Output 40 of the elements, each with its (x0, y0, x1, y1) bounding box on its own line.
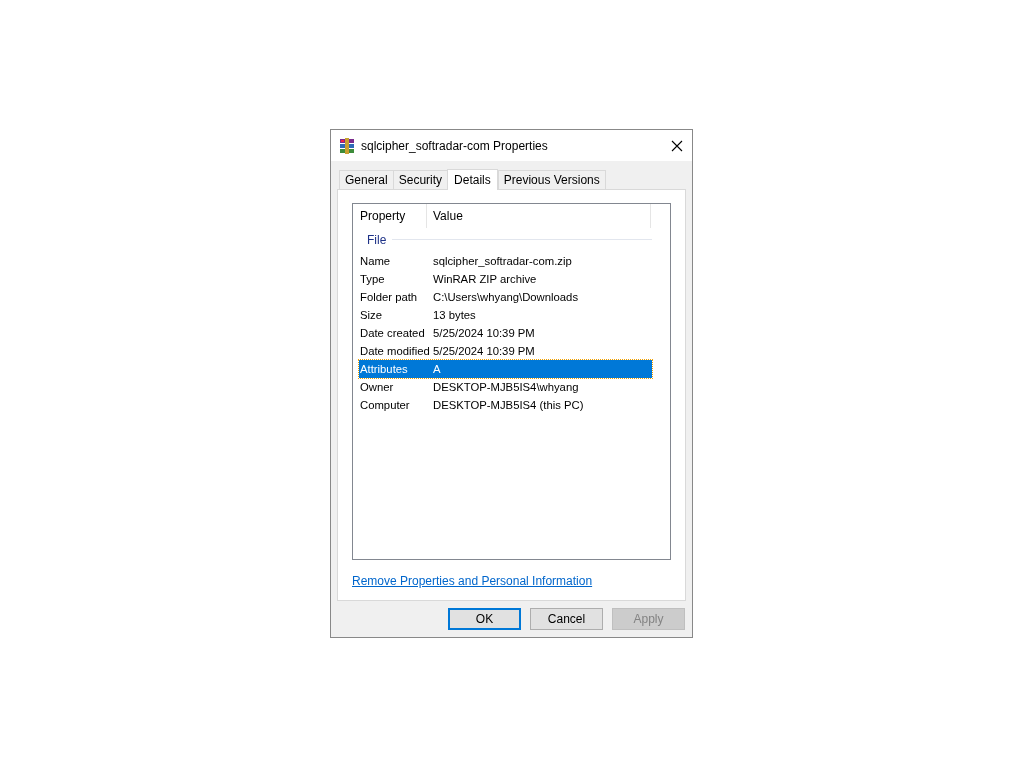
dialog-button[interactable]: OK (448, 608, 521, 630)
property-row[interactable]: Type WinRAR ZIP archive (359, 270, 652, 288)
property-value: DESKTOP-MJB5IS4\whyang (433, 379, 579, 395)
property-row[interactable]: Date created 5/25/2024 10:39 PM (359, 324, 652, 342)
property-name: Date created (359, 325, 426, 341)
property-name: Type (359, 271, 386, 287)
property-row[interactable]: Name sqlcipher_softradar-com.zip (359, 252, 652, 270)
property-name: Size (359, 307, 383, 323)
group-heading: File (367, 231, 387, 249)
property-name: Folder path (359, 289, 419, 305)
remove-properties-link[interactable]: Remove Properties and Personal Information (352, 574, 593, 588)
property-name: Owner (359, 379, 395, 395)
property-value: sqlcipher_softradar-com.zip (433, 253, 572, 269)
tab[interactable]: General (339, 170, 394, 189)
property-row[interactable]: Date modified 5/25/2024 10:39 PM (359, 342, 652, 360)
property-value: 13 bytes (433, 307, 476, 323)
property-value: DESKTOP-MJB5IS4 (this PC) (433, 397, 584, 413)
property-row[interactable]: Folder path C:\Users\whyang\Downloads (359, 288, 652, 306)
property-name: Name (359, 253, 392, 269)
property-name: Attributes (359, 361, 409, 377)
tab[interactable]: Details (447, 169, 498, 190)
property-row[interactable]: Attributes A (359, 360, 652, 378)
property-value: 5/25/2024 10:39 PM (433, 325, 535, 341)
property-value: WinRAR ZIP archive (433, 271, 537, 287)
tab[interactable]: Security (392, 170, 449, 189)
property-value: 5/25/2024 10:39 PM (433, 343, 535, 359)
archive-icon (339, 137, 355, 154)
property-name: Computer (359, 397, 411, 413)
property-value: A (433, 361, 441, 377)
property-name: Date modified (359, 343, 431, 359)
close-icon (671, 139, 683, 152)
column-header[interactable]: Property (359, 204, 427, 228)
property-row[interactable]: Computer DESKTOP-MJB5IS4 (this PC) (359, 396, 652, 414)
property-value: C:\Users\whyang\Downloads (433, 289, 579, 305)
dialog-button[interactable]: Cancel (530, 608, 603, 630)
window-title: sqlcipher_softradar-com Properties (361, 137, 548, 155)
column-header[interactable]: Value (427, 204, 651, 228)
tab[interactable]: Previous Versions (497, 170, 606, 189)
property-row[interactable]: Size 13 bytes (359, 306, 652, 324)
property-row[interactable]: Owner DESKTOP-MJB5IS4\whyang (359, 378, 652, 396)
